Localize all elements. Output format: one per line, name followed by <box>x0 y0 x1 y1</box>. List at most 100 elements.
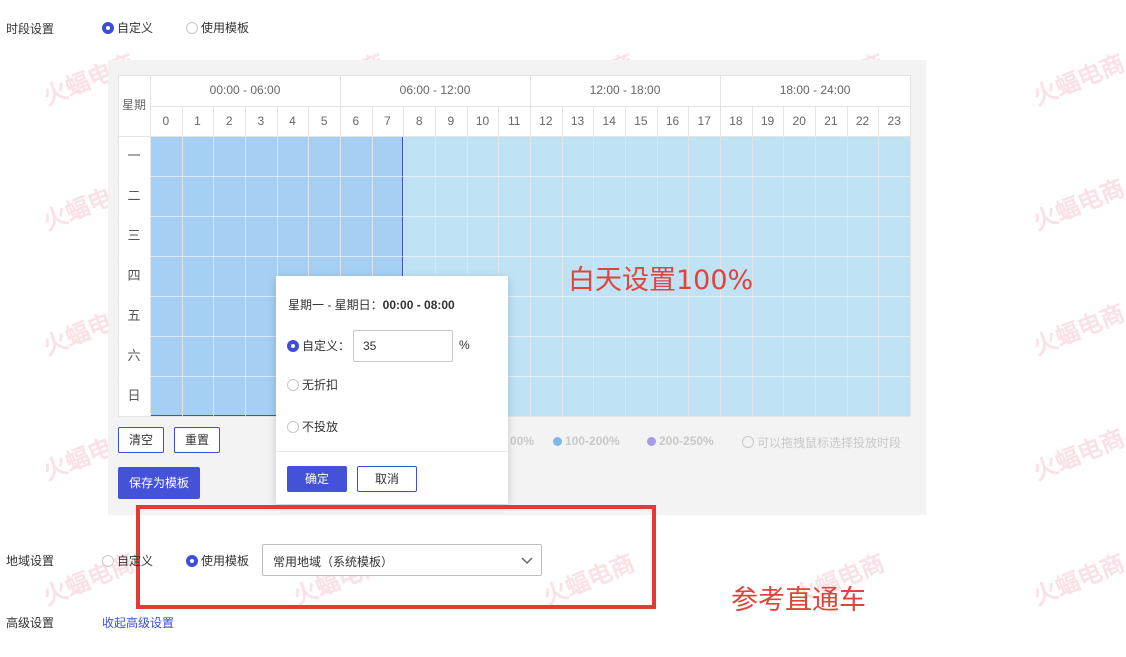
region-radio-template-label: 使用模板 <box>201 554 250 568</box>
hour-header: 10 <box>475 114 490 128</box>
region-radio-template-indicator[interactable] <box>186 554 198 567</box>
hour-header: 1 <box>194 114 201 128</box>
popup-radio-nodiscount[interactable]: 无折扣 <box>287 376 338 393</box>
popup-radio-noserve-label: 不投放 <box>302 420 339 434</box>
grid-line-h <box>118 216 911 217</box>
save-template-button[interactable]: 保存为模板 <box>118 467 200 499</box>
watermark-logo: 火蝠电商 <box>1029 299 1126 361</box>
popup-title-days: 星期一 - 星期日： <box>288 298 383 312</box>
watermark-logo: 火蝠电商 <box>1029 49 1126 111</box>
hour-header: 0 <box>162 114 170 128</box>
popup-divider <box>276 451 508 452</box>
time-range-header: 18:00 - 24:00 <box>779 83 851 97</box>
watermark-logo: 火蝠电商 <box>1029 174 1126 236</box>
grid-line-h <box>118 136 911 137</box>
legend-item-1: 100-200% <box>553 434 620 448</box>
popup-radio-custom-label: 自定义： <box>302 339 351 353</box>
day-label: 一 <box>127 148 141 163</box>
day-label: 四 <box>127 268 141 283</box>
collapse-advanced-link[interactable]: 收起高级设置 <box>102 614 174 631</box>
popup-radio-nodiscount-indicator[interactable] <box>287 378 299 391</box>
watermark-logo: 火蝠电商 <box>1029 424 1126 486</box>
hour-header: 7 <box>384 114 391 128</box>
region-radio-template[interactable]: 使用模板 <box>186 552 249 569</box>
confirm-button[interactable]: 确定 <box>287 466 347 492</box>
popup-radio-nodiscount-label: 无折扣 <box>302 378 339 392</box>
timeslot-label: 时段设置 <box>6 22 55 36</box>
radio-template-indicator[interactable] <box>186 21 198 34</box>
day-label: 五 <box>127 308 141 323</box>
info-icon <box>742 436 754 448</box>
legend-item-2: 200-250% <box>647 434 714 448</box>
hour-header: 5 <box>320 114 328 128</box>
popup-radio-noserve[interactable]: 不投放 <box>287 418 338 435</box>
grid-line-h <box>118 176 911 177</box>
grid-line-h <box>118 296 911 297</box>
grid-line-v <box>783 106 785 416</box>
hour-header: 18 <box>729 114 743 128</box>
region-radio-custom[interactable]: 自定义 <box>102 552 153 569</box>
popup-title: 星期一 - 星期日：00:00 - 08:00 <box>288 296 455 313</box>
hour-header: 9 <box>447 114 455 128</box>
popup-radio-noserve-indicator[interactable] <box>287 420 299 433</box>
hour-header: 11 <box>507 114 521 128</box>
hour-header: 13 <box>570 114 585 128</box>
region-label: 地域设置 <box>6 554 55 568</box>
legend-hint: 可以拖拽鼠标选择投放时段 <box>742 434 901 451</box>
grid-line-h <box>118 336 911 337</box>
annotation-ref-text: 参考直通车 <box>731 585 866 616</box>
discount-popup: 星期一 - 星期日：00:00 - 08:00 自定义： 35 % 无折扣 不投… <box>276 276 508 504</box>
day-label: 六 <box>127 348 141 363</box>
hour-header: 16 <box>665 114 680 128</box>
grid-line-v <box>213 106 215 416</box>
grid-line-v <box>846 106 848 416</box>
hour-header: 21 <box>824 114 838 128</box>
legend-hint-text: 可以拖拽鼠标选择投放时段 <box>757 436 902 450</box>
cancel-button[interactable]: 取消 <box>357 466 417 492</box>
annotation-day-text: 白天设置100% <box>568 265 754 296</box>
legend-dot-1 <box>553 437 562 446</box>
grid-line-v <box>561 106 563 416</box>
hour-header: 23 <box>887 114 901 128</box>
grid-line-v <box>245 106 246 416</box>
legend-label-2: 200-250% <box>659 434 714 448</box>
grid-line-v <box>910 75 912 416</box>
region-template-select[interactable]: 常用地域（系统模板） <box>262 544 542 576</box>
weekday-header: 星期 <box>121 98 146 112</box>
hour-header: 12 <box>539 114 553 128</box>
hour-header: 15 <box>634 114 648 128</box>
hour-header: 8 <box>415 114 423 128</box>
popup-radio-custom-indicator[interactable] <box>287 339 299 352</box>
day-label: 日 <box>127 388 141 403</box>
grid-line-v <box>815 106 817 416</box>
time-range-header: 12:00 - 18:00 <box>589 83 661 97</box>
hour-header: 14 <box>602 114 616 128</box>
hour-header: 20 <box>792 114 806 128</box>
radio-custom-label: 自定义 <box>117 21 154 35</box>
grid-line-h <box>118 256 911 257</box>
timeslot-radio-custom[interactable]: 自定义 <box>102 19 153 36</box>
hour-header: 22 <box>855 114 870 128</box>
radio-custom-indicator[interactable] <box>102 21 114 34</box>
legend-item-0: 00% <box>510 434 534 448</box>
popup-radio-custom[interactable]: 自定义： <box>287 337 350 354</box>
percent-unit: % <box>459 338 470 352</box>
time-range-header: 00:00 - 06:00 <box>209 83 281 97</box>
discount-input[interactable]: 35 <box>353 330 453 362</box>
grid-line-v <box>878 106 880 416</box>
hour-header: 17 <box>697 114 711 128</box>
hour-header: 19 <box>760 114 775 128</box>
grid-line-h <box>118 376 911 377</box>
popup-title-time: 00:00 - 08:00 <box>382 298 455 312</box>
schedule-grid[interactable]: 星期 00:00 - 06:00 06:00 - 12:00 12:00 - 18:0… <box>118 75 912 417</box>
reset-button[interactable]: 重置 <box>174 427 220 453</box>
hour-header: 6 <box>352 114 360 128</box>
region-select-value: 常用地域（系统模板） <box>273 555 394 569</box>
grid-line-v <box>181 106 183 416</box>
hour-header: 4 <box>289 114 296 128</box>
legend-label-0: 00% <box>510 434 535 448</box>
hour-header: 2 <box>225 114 233 128</box>
clear-button[interactable]: 清空 <box>118 427 164 453</box>
region-radio-custom-indicator[interactable] <box>102 554 114 567</box>
timeslot-radio-template[interactable]: 使用模板 <box>186 19 249 36</box>
